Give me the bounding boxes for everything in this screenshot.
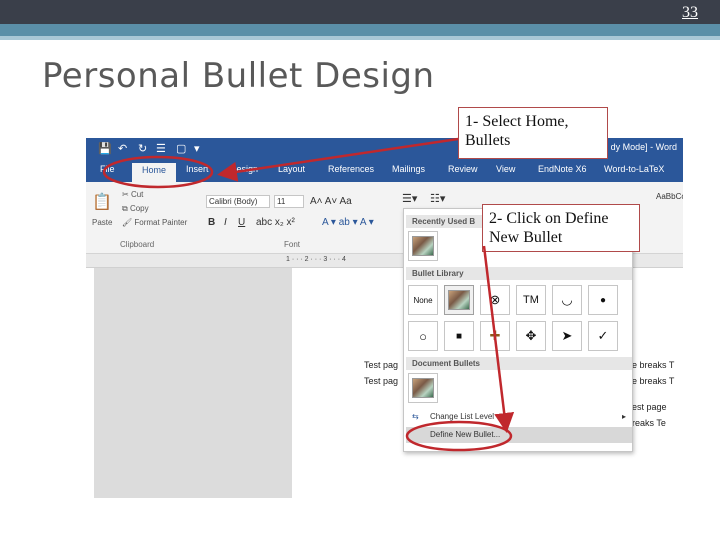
text-effects-icon[interactable]: A ▾ ab ▾ A ▾ xyxy=(322,217,374,228)
doc-line-2: Test pag xyxy=(364,376,399,386)
slide-title: Personal Bullet Design xyxy=(42,56,435,96)
style-normal[interactable]: AaBbCcDc xyxy=(656,192,683,201)
bullet-picture[interactable] xyxy=(444,285,474,315)
cut-button[interactable]: ✂ Cut xyxy=(122,190,143,199)
save-icon[interactable]: 💾 xyxy=(98,142,112,155)
doc-right-line-2: e breaks T xyxy=(632,376,675,386)
slide-accent-bar xyxy=(0,24,720,36)
tab-layout[interactable]: Layout xyxy=(278,164,305,174)
callout-step-1: 1- Select Home, Bullets xyxy=(458,107,608,159)
bullets-qat-icon[interactable]: ☰ xyxy=(156,142,166,155)
cut-label: Cut xyxy=(130,190,144,199)
font-size-box[interactable]: 11 xyxy=(274,195,304,208)
underline-button[interactable]: U xyxy=(238,217,245,228)
doc-right-line-3: est page xyxy=(632,402,667,412)
italic-button[interactable]: I xyxy=(224,217,227,228)
bullet-check[interactable]: ✓ xyxy=(588,321,618,351)
tab-view[interactable]: View xyxy=(496,164,515,174)
doc-right-line-1: e breaks T xyxy=(632,360,675,370)
bullet-arrow[interactable]: ➤ xyxy=(552,321,582,351)
slide-accent-stripe xyxy=(0,36,720,40)
tab-home[interactable]: Home xyxy=(132,163,177,182)
copy-label: Copy xyxy=(129,204,149,213)
slide-top-bar xyxy=(0,0,720,24)
submenu-arrow-icon: ▸ xyxy=(621,412,626,421)
bold-button[interactable]: B xyxy=(208,217,215,228)
font-group-label: Font xyxy=(284,240,301,249)
bullet-library-header: Bullet Library xyxy=(406,267,632,280)
brush-icon: 🖌 xyxy=(122,218,135,227)
tab-references[interactable]: References xyxy=(328,164,374,174)
ruler-ticks: 1 · · · 2 · · · 3 · · · 4 xyxy=(286,256,346,263)
bullets-button[interactable]: ☰▾ xyxy=(402,192,417,205)
format-painter-button[interactable]: 🖌 Format Painter xyxy=(122,218,187,227)
window-title: dy Mode] - Word xyxy=(610,142,677,152)
change-list-level-item[interactable]: ⇆ Change List Level ▸ xyxy=(406,409,632,425)
bullet-dot[interactable]: ● xyxy=(588,285,618,315)
copy-button[interactable]: ⧉ Copy xyxy=(122,204,149,214)
grow-font-icon[interactable]: A˄ A˅ Aa xyxy=(310,196,352,207)
bullet-square[interactable]: ■ xyxy=(444,321,474,351)
tab-file[interactable]: File xyxy=(100,164,115,174)
ribbon-tabs: File Home Insert Design Layout Reference… xyxy=(86,160,683,182)
bullet-arc[interactable]: ◡ xyxy=(552,285,582,315)
cut-icon: ✂ xyxy=(122,190,131,199)
bullet-plus[interactable]: ✚ xyxy=(480,321,510,351)
open-icon[interactable]: ▢ xyxy=(176,142,186,155)
picture-bullet-icon xyxy=(448,290,470,310)
paste-button[interactable]: Paste xyxy=(92,218,112,227)
customize-qat-icon[interactable]: ▾ xyxy=(194,142,200,155)
doc-line-1: Test pag xyxy=(364,360,399,370)
tab-word-to-latex[interactable]: Word-to-LaTeX xyxy=(604,164,664,174)
tab-endnote[interactable]: EndNote X6 xyxy=(538,164,587,174)
doc-right-line-4: reaks Te xyxy=(632,418,666,428)
tab-mailings[interactable]: Mailings xyxy=(392,164,425,174)
recent-picture-bullet[interactable] xyxy=(408,231,438,261)
numbering-button[interactable]: ☷▾ xyxy=(430,192,445,205)
document-left-margin xyxy=(94,268,292,498)
document-bullets-header: Document Bullets xyxy=(406,357,632,370)
tab-review[interactable]: Review xyxy=(448,164,478,174)
format-painter-label: Format Painter xyxy=(134,218,188,227)
clipboard-group-label: Clipboard xyxy=(120,240,155,249)
slide-number: 33 xyxy=(682,4,698,21)
bullet-diamonds[interactable]: ✥ xyxy=(516,321,546,351)
undo-icon[interactable]: ↶ xyxy=(118,142,127,155)
paste-icon[interactable]: 📋 xyxy=(92,192,112,212)
redo-icon[interactable]: ↻ xyxy=(138,142,147,155)
bullet-none[interactable]: None xyxy=(408,285,438,315)
copy-icon: ⧉ xyxy=(122,204,130,213)
picture-bullet-icon xyxy=(412,378,434,398)
callout-step-2: 2- Click on Define New Bullet xyxy=(482,204,640,252)
bullet-trademark[interactable]: TM xyxy=(516,285,546,315)
tab-design[interactable]: Design xyxy=(230,164,258,174)
bullet-circled-x[interactable]: ⊗ xyxy=(480,285,510,315)
bullet-circle[interactable]: ○ xyxy=(408,321,438,351)
tab-insert[interactable]: Insert xyxy=(186,164,209,174)
define-new-bullet-item[interactable]: Define New Bullet... xyxy=(406,427,632,443)
change-list-level-label: Change List Level xyxy=(430,412,495,421)
picture-bullet-icon xyxy=(412,236,434,256)
list-level-icon: ⇆ xyxy=(412,412,419,421)
strikethrough-button[interactable]: abc x₂ x² xyxy=(256,217,295,228)
document-picture-bullet[interactable] xyxy=(408,373,438,403)
font-name-box[interactable]: Calibri (Body) xyxy=(206,195,270,208)
